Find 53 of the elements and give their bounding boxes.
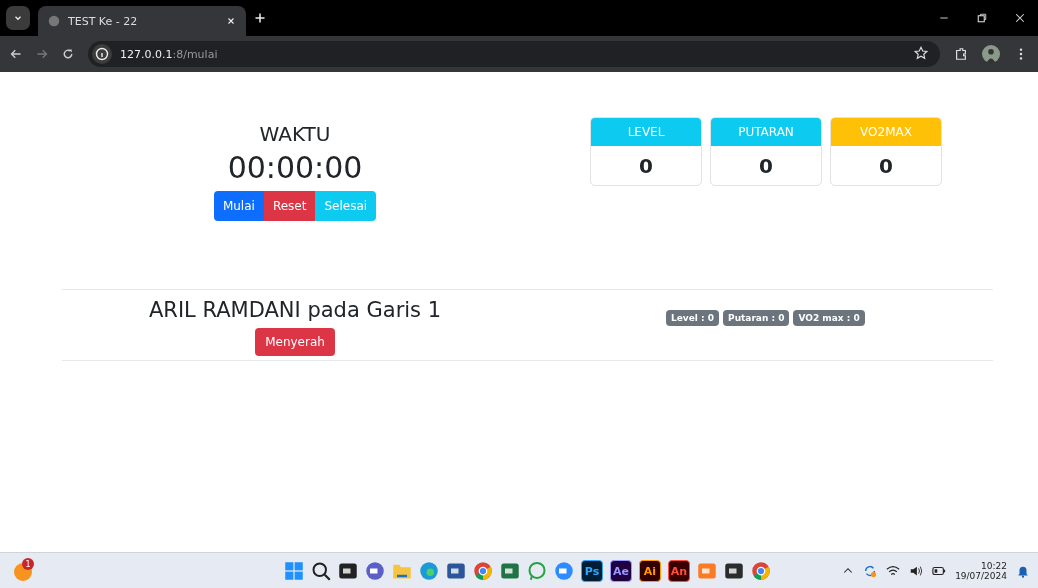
stat-value: 0 — [759, 153, 773, 178]
terminal-icon[interactable] — [724, 561, 744, 581]
app-icon[interactable]: Ps — [581, 560, 603, 582]
chat-icon[interactable] — [527, 561, 547, 581]
info-icon[interactable] — [92, 44, 112, 64]
notification-count: 1 — [25, 560, 31, 569]
wifi-icon[interactable] — [886, 564, 901, 578]
globe-icon[interactable] — [48, 15, 60, 27]
stat-badge: VO2 max : 0 — [793, 310, 865, 326]
url-text: 127.0.0.1:8/mulai — [120, 47, 218, 61]
browser-tab[interactable]: TEST Ke - 22 — [38, 6, 246, 36]
browser-icon[interactable] — [419, 561, 439, 581]
timer-button[interactable]: Reset — [263, 191, 316, 221]
task-view-icon[interactable] — [338, 561, 358, 581]
forward-icon[interactable] — [36, 48, 48, 60]
browser-icon[interactable] — [473, 561, 493, 581]
browser-icon[interactable] — [751, 561, 771, 581]
app-icon[interactable]: An — [668, 560, 690, 582]
stat-header: VO2MAX — [831, 118, 941, 146]
stat-header: PUTARAN — [711, 118, 821, 146]
stat-header: LEVEL — [591, 118, 701, 146]
timer-display: 00:00:00 — [227, 150, 363, 185]
stat-badge: Putaran : 0 — [723, 310, 790, 326]
app-icon[interactable]: Ae — [610, 560, 632, 582]
star-icon[interactable] — [914, 45, 928, 60]
search-icon[interactable] — [311, 561, 331, 581]
extensions-icon[interactable] — [954, 47, 968, 61]
surrender-button[interactable]: Menyerah — [255, 328, 335, 356]
start-icon[interactable] — [284, 561, 304, 581]
sync-icon[interactable] — [863, 564, 878, 578]
tab-search-button[interactable] — [6, 6, 30, 30]
chat-icon[interactable] — [365, 561, 385, 581]
stat-value: 0 — [879, 153, 893, 178]
back-icon[interactable] — [10, 48, 22, 60]
timer-title: WAKTU — [259, 122, 331, 146]
close-icon[interactable] — [1014, 12, 1026, 24]
volume-icon[interactable] — [909, 564, 924, 578]
battery-icon[interactable] — [932, 564, 947, 578]
stat-badge: Level : 0 — [666, 310, 720, 326]
close-icon[interactable] — [226, 16, 236, 26]
app-icon[interactable]: Ai — [639, 560, 661, 582]
reload-icon[interactable] — [62, 48, 74, 60]
participant-name: ARIL RAMDANI pada Garis 1 — [148, 298, 442, 322]
bell-icon[interactable] — [1016, 564, 1030, 578]
video-app-icon[interactable] — [554, 561, 574, 581]
avatar-icon[interactable] — [982, 45, 1000, 63]
restore-icon[interactable] — [976, 12, 988, 24]
tab-title: TEST Ke - 22 — [68, 14, 139, 28]
plus-icon[interactable] — [254, 12, 266, 24]
clock[interactable]: 10:22 19/07/2024 — [955, 561, 1007, 581]
stat-value: 0 — [639, 153, 653, 178]
timer-button[interactable]: Mulai — [213, 191, 264, 221]
address-bar[interactable]: 127.0.0.1:8/mulai — [88, 41, 940, 67]
